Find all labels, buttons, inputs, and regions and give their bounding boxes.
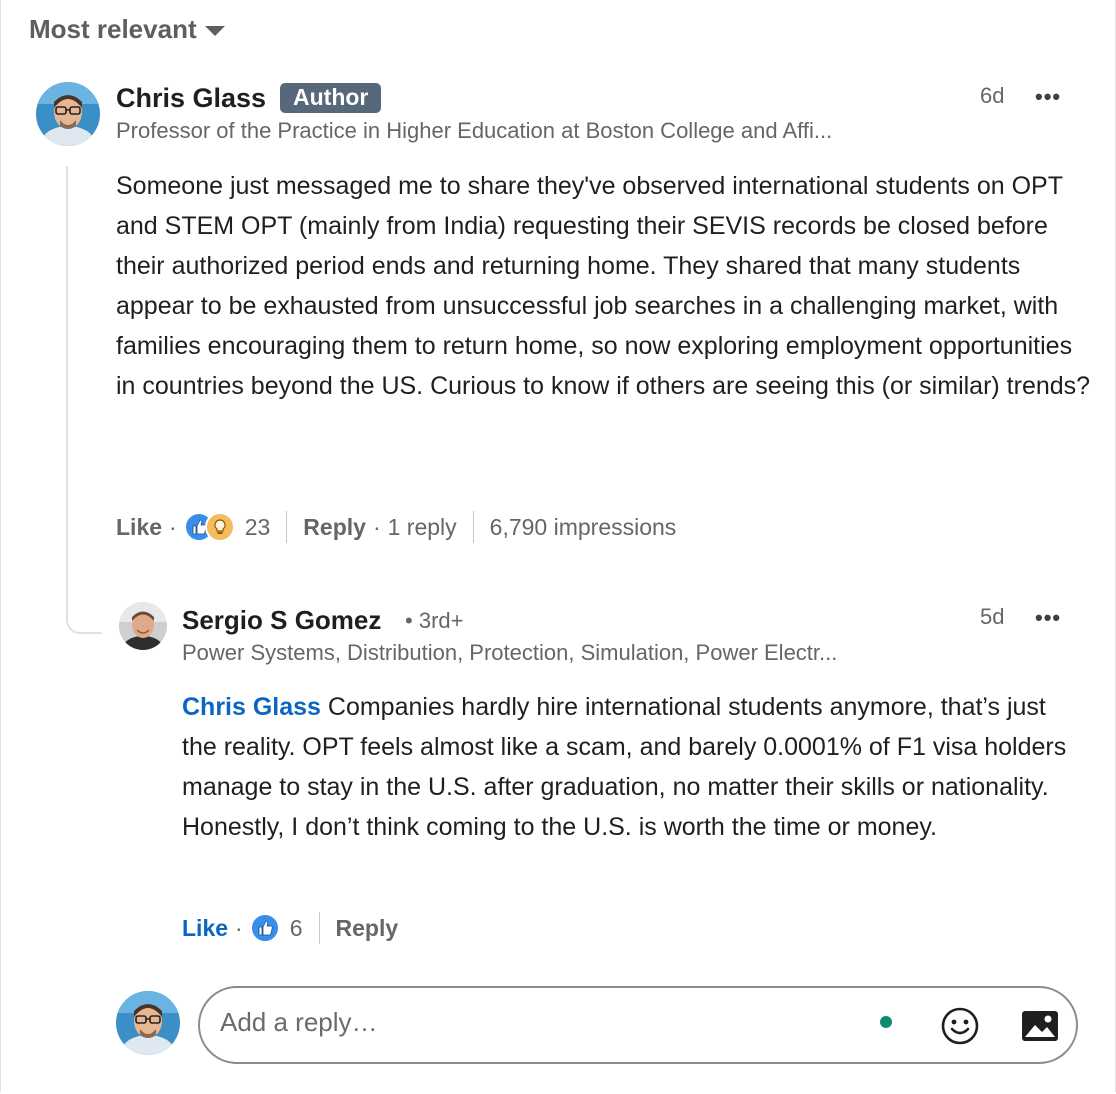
sort-label: Most relevant (29, 14, 197, 44)
reactions[interactable] (249, 913, 280, 943)
comment-timestamp: 6d (980, 83, 1005, 108)
presence-indicator (880, 1016, 892, 1028)
image-icon[interactable] (1020, 1008, 1060, 1049)
avatar[interactable] (119, 602, 167, 650)
reply-count[interactable]: 1 reply (388, 514, 457, 541)
reply-composer[interactable] (198, 986, 1078, 1064)
sort-dropdown[interactable]: Most relevant (29, 14, 225, 45)
comment-author-headline: Professor of the Practice in Higher Educ… (116, 118, 833, 143)
separator-dot: · (235, 914, 243, 941)
reply-author-name[interactable]: Sergio S Gomez (182, 605, 381, 636)
comments-panel: Most relevant Chris Glass Author Profess… (0, 0, 1116, 1092)
comment-author-name[interactable]: Chris Glass (116, 83, 266, 114)
reply-input[interactable] (218, 1006, 822, 1039)
avatar (116, 991, 180, 1055)
insightful-icon (204, 512, 235, 542)
reaction-count[interactable]: 23 (245, 514, 271, 541)
separator-dot: • (405, 608, 419, 633)
mention-link[interactable]: Chris Glass (182, 693, 321, 721)
divider (286, 511, 288, 543)
like-icon (249, 913, 280, 943)
avatar[interactable] (36, 82, 100, 146)
like-button[interactable]: Like (182, 915, 228, 942)
reply-text: Chris Glass Companies hardly hire intern… (182, 687, 1087, 847)
reply-author-headline: Power Systems, Distribution, Protection,… (182, 640, 838, 665)
connection-degree: • 3rd+ (405, 608, 463, 634)
caret-down-icon (204, 25, 225, 36)
emoji-icon[interactable] (940, 1006, 980, 1051)
comment-actions: Like · 23 Reply · 1 reply 6,790 impressi… (116, 508, 676, 546)
reply-button[interactable]: Reply (336, 915, 399, 942)
reactions[interactable] (183, 512, 235, 542)
like-button[interactable]: Like (116, 514, 162, 541)
degree-label: 3rd+ (418, 608, 464, 633)
author-badge: Author (280, 83, 382, 113)
separator-dot: · (372, 513, 381, 540)
divider (318, 912, 320, 944)
more-options-icon[interactable]: ••• (1035, 84, 1061, 110)
thread-connector-line (66, 166, 102, 634)
separator-dot: · (169, 513, 177, 540)
impressions-count[interactable]: 6,790 impressions (490, 514, 677, 541)
reply-button[interactable]: Reply (303, 514, 366, 541)
more-options-icon[interactable]: ••• (1035, 605, 1061, 631)
comment-text: Someone just messaged me to share they'v… (116, 172, 1091, 400)
reply-actions: Like · 6 Reply (182, 909, 398, 947)
reaction-count[interactable]: 6 (290, 915, 303, 942)
divider (472, 511, 474, 543)
reply-timestamp: 5d (980, 604, 1005, 629)
